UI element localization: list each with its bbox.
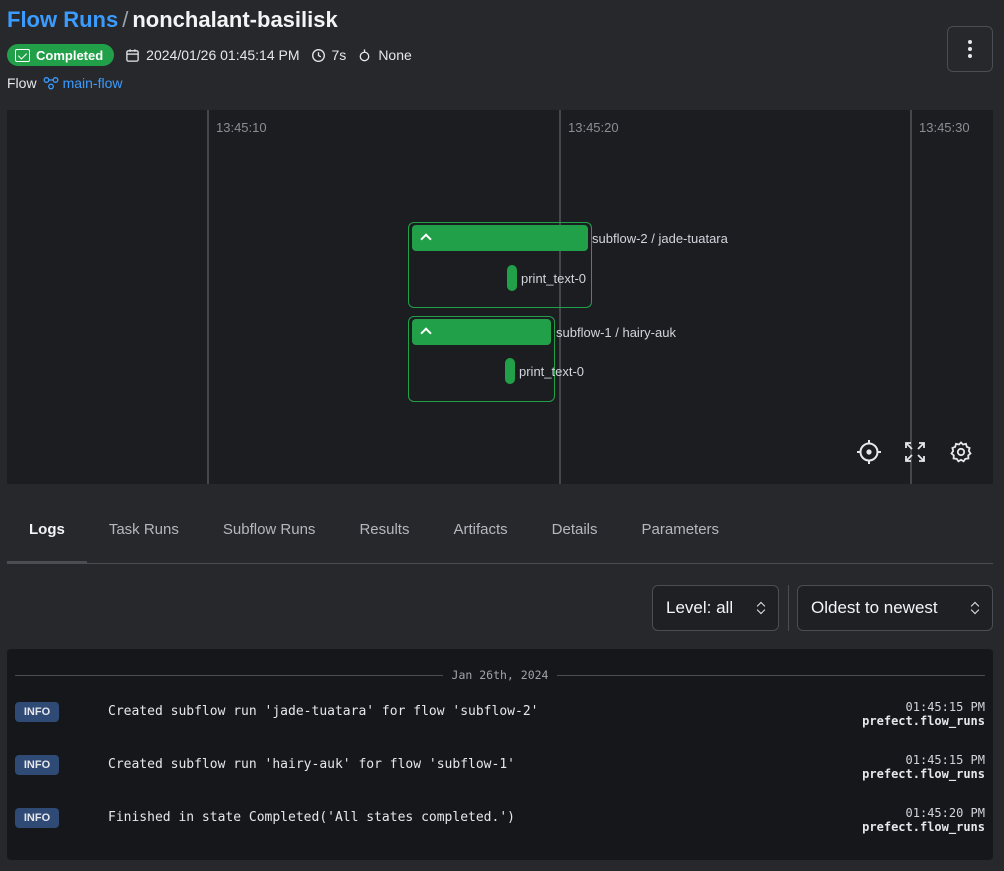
log-sort-select[interactable]: Oldest to newest: [797, 585, 993, 631]
log-entry: INFO Created subflow run 'hairy-auk' for…: [15, 753, 985, 795]
tags-text: None: [378, 47, 412, 63]
calendar-icon: [126, 48, 139, 62]
chevron-up-icon[interactable]: [420, 327, 432, 339]
log-message: Created subflow run 'hairy-auk' for flow…: [108, 757, 515, 772]
page-title: Flow Runs / nonchalant-basilisk: [7, 6, 338, 34]
tags: None: [357, 47, 412, 63]
subflow-node-bar[interactable]: [412, 225, 588, 251]
log-level-select[interactable]: Level: all: [652, 585, 779, 631]
breadcrumb-separator: /: [122, 7, 129, 32]
log-entry: INFO Created subflow run 'jade-tuatara' …: [15, 700, 985, 742]
chevron-up-down-icon: [971, 601, 979, 615]
crosshair-icon[interactable]: [855, 438, 883, 466]
subflow-node-label[interactable]: subflow-2 / jade-tuatara: [592, 231, 728, 246]
tab-subflow-runs[interactable]: Subflow Runs: [201, 504, 338, 563]
log-sort-value: Oldest to newest: [811, 598, 938, 617]
log-message: Created subflow run 'jade-tuatara' for f…: [108, 704, 539, 719]
task-run-label[interactable]: print_text-0: [521, 271, 586, 286]
timeline-tick: 13:45:30: [919, 120, 970, 135]
flow-icon: [43, 77, 59, 90]
log-source: prefect.flow_runs: [862, 714, 985, 728]
log-message: Finished in state Completed('All states …: [108, 810, 515, 825]
task-run-label[interactable]: print_text-0: [519, 364, 584, 379]
timeline-tick: 13:45:10: [216, 120, 267, 135]
tab-parameters[interactable]: Parameters: [620, 504, 742, 563]
task-run-pill[interactable]: [507, 265, 517, 291]
flow-link[interactable]: main-flow: [43, 75, 123, 91]
gear-icon[interactable]: [947, 438, 975, 466]
flow-run-timeline[interactable]: 13:45:10 13:45:20 13:45:30 subflow-2 / j…: [7, 110, 993, 484]
tab-results[interactable]: Results: [337, 504, 431, 563]
log-source: prefect.flow_runs: [862, 767, 985, 781]
chevron-up-icon[interactable]: [420, 233, 432, 245]
log-level-badge: INFO: [15, 702, 59, 722]
flow-run-tabs: Logs Task Runs Subflow Runs Results Arti…: [7, 504, 993, 564]
log-level-badge: INFO: [15, 808, 59, 828]
tab-logs[interactable]: Logs: [7, 504, 87, 564]
tag-icon: [359, 48, 370, 61]
check-square-icon: [15, 48, 30, 62]
log-timestamp: 01:45:15 PM: [905, 753, 985, 767]
chevron-up-down-icon: [757, 601, 765, 615]
state-badge: Completed: [7, 44, 115, 66]
tab-artifacts[interactable]: Artifacts: [431, 504, 529, 563]
log-date: Jan 26th, 2024: [451, 668, 549, 682]
subflow-node-label[interactable]: subflow-1 / hairy-auk: [556, 325, 676, 340]
flow-name: main-flow: [62, 75, 123, 91]
start-time: 2024/01/26 01:45:14 PM: [125, 47, 300, 63]
task-run-pill[interactable]: [505, 358, 515, 384]
expand-icon[interactable]: [901, 438, 929, 466]
log-date-divider: Jan 26th, 2024: [15, 667, 985, 683]
log-entry: INFO Finished in state Completed('All st…: [15, 806, 985, 848]
log-source: prefect.flow_runs: [862, 820, 985, 834]
tab-details[interactable]: Details: [530, 504, 620, 563]
log-level-value: Level: all: [666, 598, 734, 617]
log-timestamp: 01:45:20 PM: [905, 806, 985, 820]
flow-run-name: nonchalant-basilisk: [132, 7, 338, 32]
log-list[interactable]: Jan 26th, 2024 INFO Created subflow run …: [7, 649, 993, 860]
flow-run-meta: Completed 2024/01/26 01:45:14 PM 7s None: [7, 44, 412, 66]
clock-icon: [311, 48, 325, 62]
timeline-gridline: [910, 110, 912, 484]
timeline-tick: 13:45:20: [568, 120, 619, 135]
filter-divider: [788, 585, 789, 631]
flow-line: Flow main-flow: [7, 75, 122, 91]
timeline-gridline: [207, 110, 209, 484]
duration-text: 7s: [331, 47, 347, 63]
flow-label: Flow: [7, 75, 37, 91]
log-timestamp: 01:45:15 PM: [905, 700, 985, 714]
subflow-node-bar[interactable]: [412, 319, 551, 345]
tab-task-runs[interactable]: Task Runs: [87, 504, 201, 563]
more-menu-button[interactable]: [947, 26, 993, 72]
log-level-badge: INFO: [15, 755, 59, 775]
state-label: Completed: [36, 47, 104, 63]
start-time-text: 2024/01/26 01:45:14 PM: [146, 47, 300, 63]
breadcrumb-flow-runs[interactable]: Flow Runs: [7, 7, 118, 32]
kebab-menu-icon: [968, 40, 972, 44]
duration: 7s: [311, 47, 347, 63]
